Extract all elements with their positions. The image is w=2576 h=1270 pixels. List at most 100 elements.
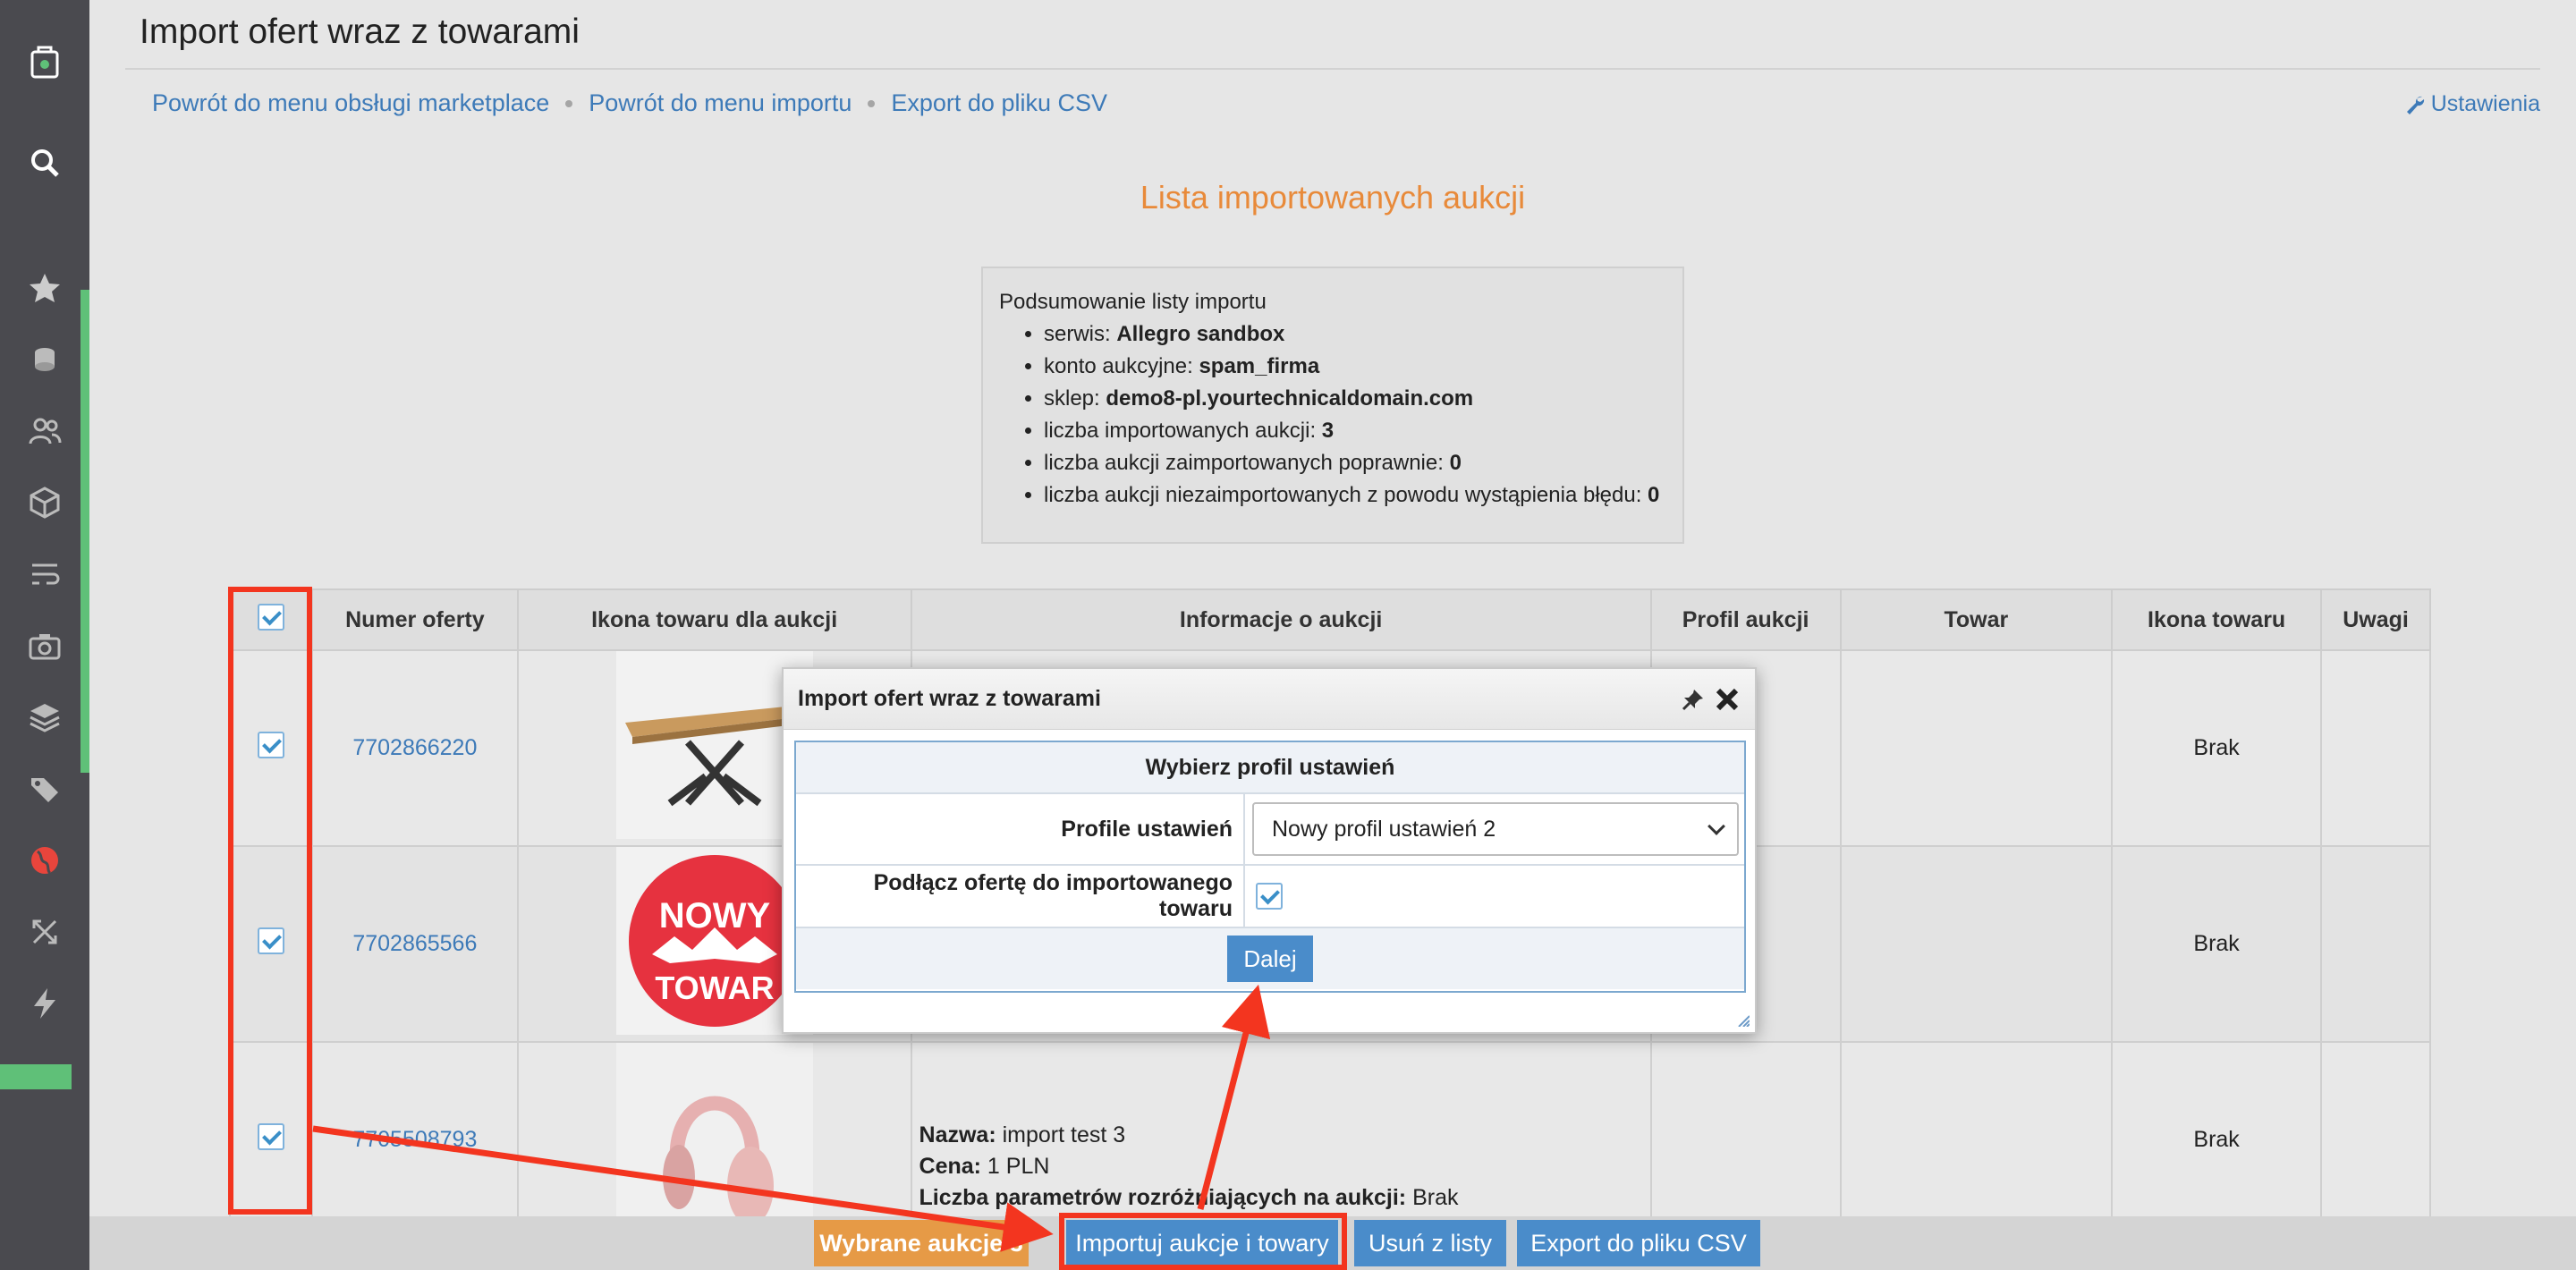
form-footer: Dalej [796, 928, 1744, 989]
connect-label: Podłącz ofertę do importowanego towaru [796, 866, 1245, 927]
product-image-cell [516, 1041, 912, 1239]
list-return-icon[interactable] [23, 553, 66, 596]
chevron-down-icon [1707, 817, 1725, 835]
summary-label: liczba importowanych aukcji: [1044, 419, 1322, 443]
summary-item: liczba aukcji niezaimportowanych z powod… [1044, 479, 1666, 512]
summary-item: sklep: demo8-pl.yourtechnicaldomain.com [1044, 383, 1666, 415]
coins-icon[interactable] [23, 338, 66, 381]
select-all-cell [229, 588, 313, 651]
page-title: Import ofert wraz z towarami [140, 13, 580, 51]
auction-info-cell: Nazwa: import test 3 Cena: 1 PLN Liczba … [910, 1041, 1652, 1239]
connect-checkbox[interactable] [1256, 883, 1283, 910]
resize-handle-icon[interactable] [1737, 1014, 1750, 1027]
product-cell [1839, 649, 2114, 847]
globe-icon[interactable] [23, 839, 66, 882]
product-cell [1839, 845, 2114, 1043]
import-auctions-button[interactable]: Importuj aukcje i towary [1066, 1220, 1338, 1266]
info-value: Brak [1406, 1185, 1459, 1210]
export-csv-button[interactable]: Export do pliku CSV [1517, 1220, 1760, 1266]
back-to-import-menu-link[interactable]: Powrót do menu importu [589, 89, 852, 117]
settings-link[interactable]: Ustawienia [2404, 91, 2540, 117]
row-checkbox[interactable] [257, 927, 284, 954]
sidebar-progress-bar [0, 1064, 72, 1089]
back-to-marketplace-link[interactable]: Powrót do menu obsługi marketplace [152, 89, 549, 117]
row-checkbox[interactable] [257, 1123, 284, 1150]
summary-item: liczba aukcji zaimportowanych poprawnie:… [1044, 447, 1666, 479]
summary-label: serwis: [1044, 322, 1117, 346]
layers-icon[interactable] [23, 696, 66, 739]
search-icon[interactable] [23, 141, 66, 184]
table-header-row: Numer oferty Ikona towaru dla aukcji Inf… [229, 588, 2431, 651]
auction-profile-cell [1649, 1041, 1842, 1239]
summary-list: serwis: Allegro sandbox konto aukcyjne: … [1044, 318, 1666, 512]
profile-label: Profile ustawień [796, 794, 1245, 864]
info-value: import test 3 [996, 1122, 1126, 1147]
summary-item: liczba importowanych aukcji: 3 [1044, 415, 1666, 447]
info-line: Liczba parametrów rozróżniających na auk… [919, 1182, 1650, 1214]
info-line: Nazwa: import test 3 [919, 1120, 1650, 1151]
next-button[interactable]: Dalej [1227, 936, 1313, 982]
product-cell [1839, 1041, 2114, 1239]
import-dialog: Import ofert wraz z towarami Wybierz pro… [782, 667, 1757, 1034]
info-value: 1 PLN [980, 1154, 1050, 1179]
offer-number-link[interactable]: 7705508793 [352, 1127, 477, 1152]
row-select-cell [229, 1041, 313, 1239]
remove-from-list-button[interactable]: Usuń z listy [1354, 1220, 1506, 1266]
summary-item: konto aukcyjne: spam_firma [1044, 351, 1666, 383]
breadcrumb: Powrót do menu obsługi marketplace Powró… [152, 89, 1107, 117]
settings-label: Ustawienia [2430, 91, 2540, 116]
profile-select[interactable]: Nowy profil ustawień 2 [1252, 802, 1739, 856]
summary-item: serwis: Allegro sandbox [1044, 318, 1666, 351]
summary-value: demo8-pl.yourtechnicaldomain.com [1106, 386, 1474, 411]
camera-icon[interactable] [23, 624, 66, 667]
breadcrumb-separator [868, 99, 876, 107]
pin-icon[interactable] [1682, 688, 1705, 711]
form-value-cell [1245, 866, 1744, 927]
summary-label: konto aukcyjne: [1044, 354, 1199, 378]
tags-icon[interactable] [23, 767, 66, 810]
product-icon-cell: Brak [2111, 1041, 2323, 1239]
row-checkbox[interactable] [257, 732, 284, 758]
offer-number-link[interactable]: 7702866220 [352, 735, 477, 760]
summary-value: Allegro sandbox [1116, 322, 1285, 346]
info-line: Cena: 1 PLN [919, 1151, 1650, 1182]
box-icon[interactable] [23, 481, 66, 524]
users-icon[interactable] [23, 410, 66, 453]
expand-icon[interactable] [23, 910, 66, 953]
profile-select-value: Nowy profil ustawień 2 [1272, 816, 1496, 842]
dialog-header: Import ofert wraz z towarami [784, 669, 1755, 730]
summary-value: 0 [1449, 451, 1462, 475]
summary-value: 3 [1321, 419, 1335, 443]
column-header[interactable]: Profil aukcji [1649, 588, 1842, 651]
row-select-cell [229, 845, 313, 1043]
table-row: 7705508793 Nazwa: import test 3 Cena: 1 … [229, 1041, 2431, 1239]
select-all-checkbox[interactable] [257, 603, 284, 631]
column-header[interactable]: Towar [1839, 588, 2114, 651]
summary-heading: Podsumowanie listy importu [999, 290, 1267, 314]
export-csv-link[interactable]: Export do pliku CSV [891, 89, 1107, 117]
column-header[interactable]: Informacje o aukcji [910, 588, 1652, 651]
notes-cell [2320, 649, 2431, 847]
offer-number-cell: 7702866220 [310, 649, 519, 847]
offer-number-cell: 7705508793 [310, 1041, 519, 1239]
summary-label: liczba aukcji niezaimportowanych z powod… [1044, 483, 1648, 507]
breadcrumb-separator [565, 99, 573, 107]
summary-label: liczba aukcji zaimportowanych poprawnie: [1044, 451, 1450, 475]
sidebar-active-indicator [80, 290, 89, 773]
lightning-icon[interactable] [23, 982, 66, 1025]
form-row: Podłącz ofertę do importowanego towaru [796, 866, 1744, 928]
list-title: Lista importowanych aukcji [1140, 179, 1526, 216]
offer-number-link[interactable]: 7702865566 [352, 931, 477, 956]
star-icon[interactable] [23, 267, 66, 309]
selected-auctions-button[interactable]: Wybrane aukcje 3 [814, 1220, 1029, 1266]
column-header[interactable]: Uwagi [2320, 588, 2431, 651]
close-icon[interactable] [1714, 686, 1741, 713]
form-row: Profile ustawień Nowy profil ustawień 2 [796, 794, 1744, 866]
shop-bag-icon[interactable] [23, 39, 66, 82]
info-label: Cena: [919, 1154, 981, 1179]
column-header[interactable]: Numer oferty [310, 588, 519, 651]
profile-form: Wybierz profil ustawień Profile ustawień… [794, 741, 1746, 993]
summary-value: spam_firma [1199, 354, 1320, 378]
column-header[interactable]: Ikona towaru dla aukcji [516, 588, 912, 651]
column-header[interactable]: Ikona towaru [2111, 588, 2323, 651]
